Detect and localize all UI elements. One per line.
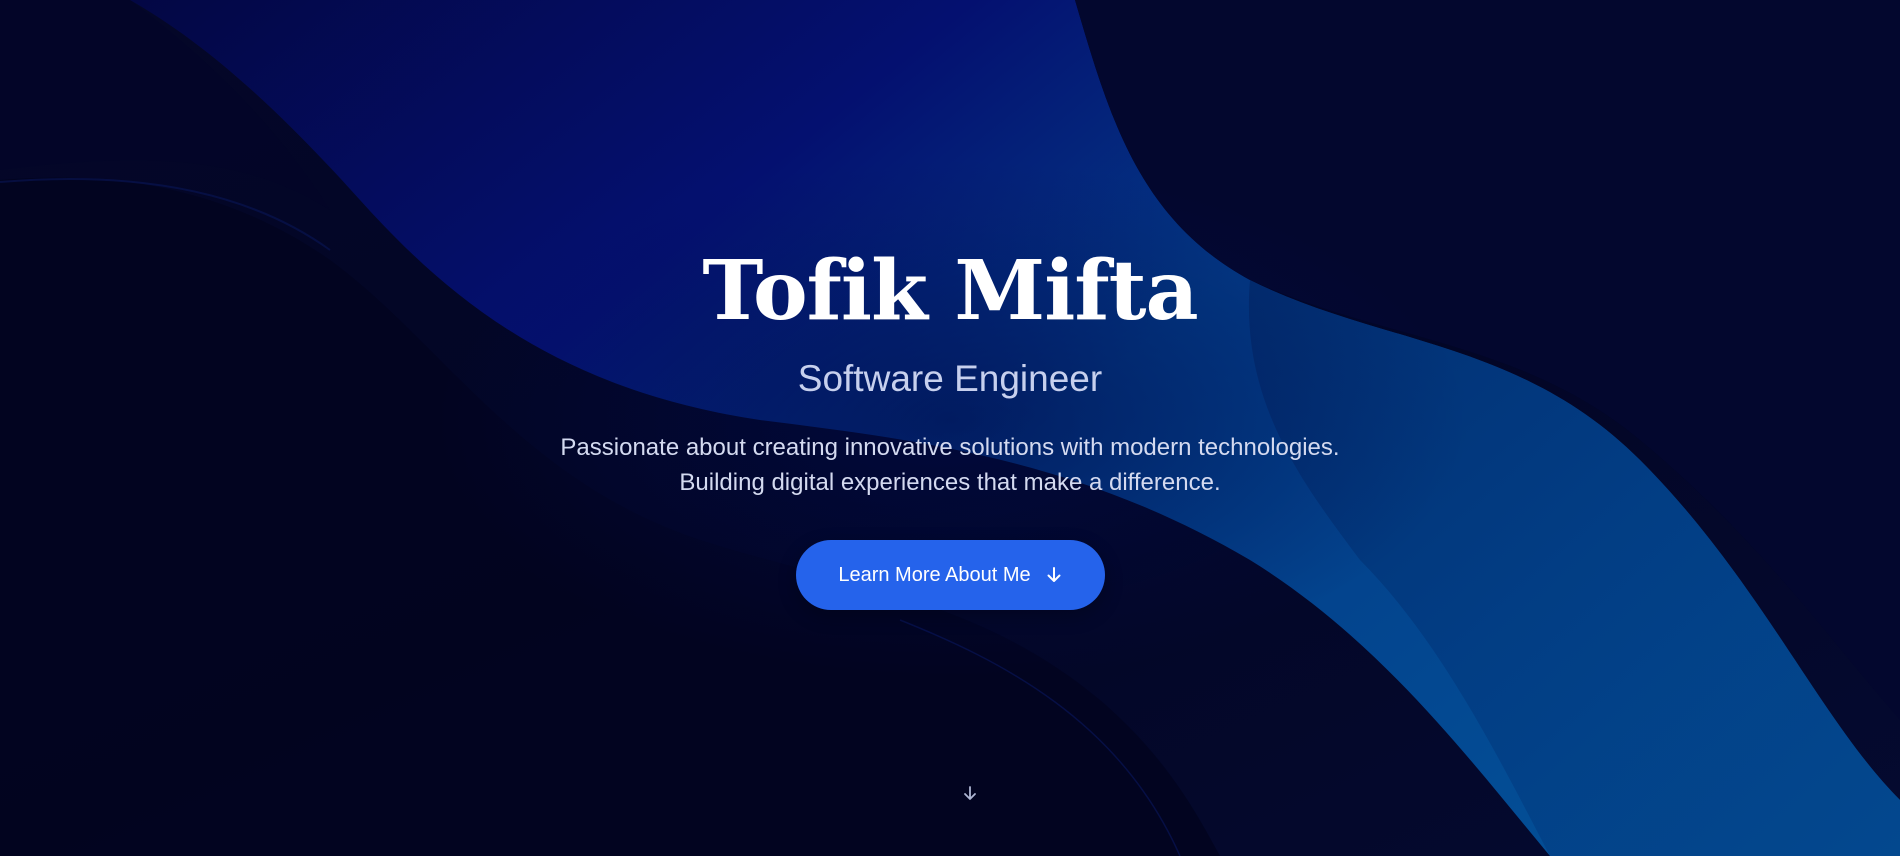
- arrow-down-icon: [1045, 566, 1063, 584]
- scroll-down-indicator[interactable]: [959, 784, 981, 806]
- hero-content: Tofik Mifta Software Engineer Passionate…: [0, 0, 1900, 856]
- hero-description-line: Passionate about creating innovative sol…: [560, 434, 1340, 461]
- hero-description-line: Building digital experiences that make a…: [679, 469, 1221, 496]
- hero-section: Tofik Mifta Software Engineer Passionate…: [0, 0, 1900, 856]
- learn-more-label: Learn More About Me: [838, 563, 1031, 586]
- learn-more-button[interactable]: Learn More About Me: [796, 540, 1105, 610]
- hero-role: Software Engineer: [797, 358, 1103, 399]
- hero-description: Passionate about creating innovative sol…: [0, 430, 1900, 500]
- arrow-down-icon: [961, 784, 979, 807]
- hero-name: Tofik Mifta: [702, 243, 1198, 339]
